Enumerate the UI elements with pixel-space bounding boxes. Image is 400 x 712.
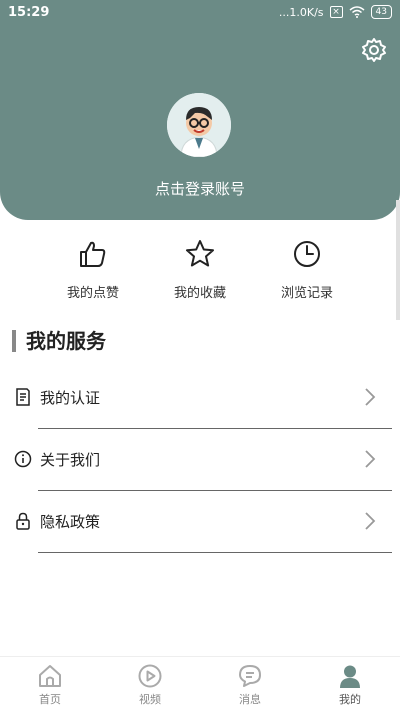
list-item-about-us[interactable]: 关于我们	[0, 429, 400, 491]
info-icon	[14, 450, 32, 468]
list-item-privacy-policy[interactable]: 隐私政策	[0, 491, 400, 553]
list-item-certification[interactable]: 我的认证	[0, 367, 400, 429]
chevron-right-icon	[365, 450, 376, 468]
lock-icon	[16, 512, 30, 530]
star-icon	[186, 240, 214, 267]
browse-history-label: 浏览记录	[280, 286, 333, 301]
play-icon	[138, 664, 162, 688]
tab-home[interactable]: 首页	[0, 657, 100, 712]
avatar[interactable]	[167, 93, 231, 157]
document-edit-icon	[16, 388, 30, 406]
gear-icon[interactable]	[360, 36, 388, 64]
status-bar: 15:29 ...1.0K/s × 43	[0, 0, 400, 26]
network-speed: ...1.0K/s	[278, 5, 324, 19]
chevron-right-icon	[365, 512, 376, 530]
home-icon	[39, 665, 61, 687]
wifi-icon	[349, 6, 365, 18]
battery-indicator: 43	[370, 5, 392, 19]
tab-label: 视频	[139, 693, 161, 706]
my-likes-label: 我的点赞	[66, 286, 119, 301]
person-icon	[340, 665, 360, 688]
list-item-label: 我的认证	[40, 389, 101, 407]
browse-history-button[interactable]: 浏览记录	[252, 238, 362, 301]
tab-label: 消息	[239, 693, 261, 706]
my-favorites-button[interactable]: 我的收藏	[145, 238, 255, 301]
services-section-title: 我的服务	[12, 330, 106, 352]
my-likes-button[interactable]: 我的点赞	[38, 238, 148, 301]
thumbs-up-icon	[80, 241, 106, 267]
tab-label: 首页	[39, 693, 61, 706]
tab-messages[interactable]: 消息	[200, 657, 300, 712]
chat-icon	[239, 665, 261, 687]
list-item-label: 隐私政策	[40, 513, 101, 531]
chevron-right-icon	[365, 388, 376, 406]
tab-label: 我的	[339, 693, 361, 706]
list-item-label: 关于我们	[40, 451, 101, 469]
divider	[38, 552, 392, 553]
status-time: 15:29	[8, 5, 50, 20]
tab-mine[interactable]: 我的	[300, 657, 400, 712]
status-icons: ...1.0K/s × 43	[279, 5, 392, 19]
tab-video[interactable]: 视频	[100, 657, 200, 712]
profile-header: 15:29 ...1.0K/s × 43 点击登录账号	[0, 0, 400, 220]
x-box-icon: ×	[329, 6, 343, 18]
doctor-avatar-icon	[167, 93, 231, 157]
my-favorites-label: 我的收藏	[173, 286, 226, 301]
scrollbar[interactable]	[396, 200, 400, 320]
login-link[interactable]: 点击登录账号	[0, 178, 400, 199]
clock-icon	[294, 241, 320, 267]
bottom-tab-bar: 首页 视频 消息 我的	[0, 656, 400, 712]
